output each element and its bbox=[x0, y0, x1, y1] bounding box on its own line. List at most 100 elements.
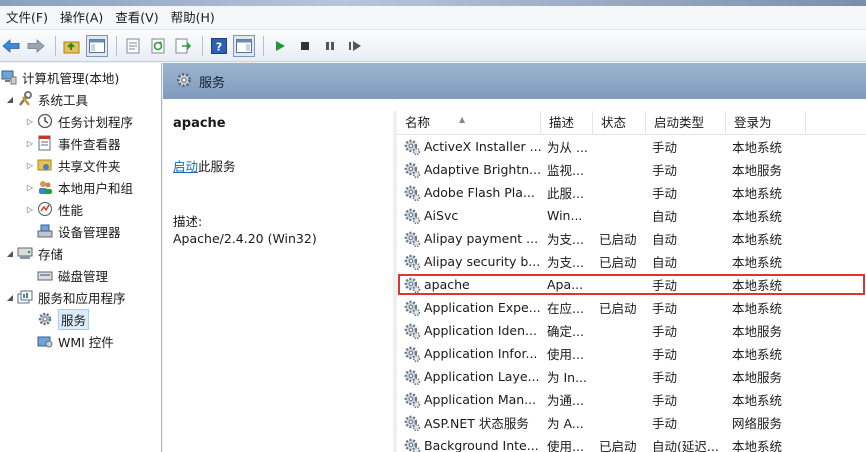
pane-title: 服务 bbox=[199, 75, 226, 91]
service-name-cell: Application Expe... bbox=[397, 299, 541, 317]
tree-node-system-tools[interactable]: ◢ 系统工具 bbox=[4, 89, 88, 109]
tree-node-shared-folders[interactable]: ▷ 共享文件夹 bbox=[24, 155, 121, 175]
back-arrow-icon[interactable] bbox=[0, 35, 22, 57]
export-list-icon[interactable] bbox=[172, 35, 194, 57]
computer-management-icon bbox=[0, 68, 18, 86]
help-icon[interactable]: ? bbox=[208, 35, 230, 57]
tree-node-disk-management[interactable]: 磁盘管理 bbox=[36, 265, 108, 285]
show-hide-action-pane-icon[interactable] bbox=[233, 34, 255, 57]
column-header-status[interactable]: 状态 bbox=[593, 111, 646, 135]
column-header-logon-as[interactable]: 登录为 bbox=[726, 111, 806, 135]
start-service-line: 启动此服务 bbox=[173, 156, 236, 175]
collapse-arrow-icon[interactable]: ◢ bbox=[4, 293, 16, 302]
menu-help[interactable]: 帮助(H) bbox=[165, 7, 221, 29]
service-gear-icon bbox=[403, 161, 424, 179]
expand-arrow-icon[interactable]: ▷ bbox=[24, 161, 36, 170]
service-gear-icon bbox=[403, 138, 424, 156]
tree-node-computer-management[interactable]: 计算机管理(本地) bbox=[0, 67, 119, 87]
table-row[interactable]: Adobe Flash Pla... 此服... 手动 本地系统 bbox=[397, 181, 866, 204]
service-description-cell: 确定... bbox=[547, 324, 584, 339]
start-service-link[interactable]: 启动 bbox=[173, 159, 198, 174]
console-tree: 计算机管理(本地) ◢ 系统工具 ▷ 任务计划程序 ▷ 事件查看器 ▷ 共享文件… bbox=[0, 63, 162, 452]
service-name-cell: Adobe Flash Pla... bbox=[397, 184, 541, 202]
column-header-description[interactable]: 描述 bbox=[541, 111, 593, 135]
tree-node-services-applications[interactable]: ◢ 服务和应用程序 bbox=[4, 287, 126, 307]
expand-arrow-icon[interactable]: ▷ bbox=[24, 139, 36, 148]
service-status-cell: 已启动 bbox=[599, 255, 637, 270]
table-row[interactable]: AiSvc Win... 自动 本地系统 bbox=[397, 204, 866, 227]
up-folder-icon[interactable] bbox=[61, 35, 83, 57]
tree-node-task-scheduler[interactable]: ▷ 任务计划程序 bbox=[24, 111, 133, 131]
svg-text:?: ? bbox=[216, 40, 222, 53]
service-gear-icon bbox=[403, 253, 424, 271]
table-row[interactable]: Background Inte... 使用... 已启动 自动(延迟... 本地系统 bbox=[397, 434, 866, 452]
tree-node-wmi-control[interactable]: WMI 控件 bbox=[36, 331, 114, 351]
tree-label: 磁盘管理 bbox=[58, 268, 109, 284]
tree-node-storage[interactable]: ◢ 存储 bbox=[4, 243, 63, 263]
play-icon[interactable] bbox=[269, 35, 291, 57]
service-gear-icon bbox=[403, 184, 424, 202]
service-name-text: AiSvc bbox=[424, 208, 459, 223]
service-startup-type-cell: 手动 bbox=[652, 393, 678, 408]
service-gear-icon bbox=[403, 230, 424, 248]
properties-icon[interactable] bbox=[122, 35, 144, 57]
service-startup-type-cell: 手动 bbox=[652, 370, 678, 385]
table-row[interactable]: Application Man... 为通... 手动 本地系统 bbox=[397, 388, 866, 411]
console-tree-icon[interactable] bbox=[86, 34, 108, 57]
tree-node-performance[interactable]: ▷ 性能 bbox=[24, 199, 83, 219]
tree-node-services[interactable]: 服务 bbox=[36, 308, 90, 330]
forward-arrow-icon[interactable] bbox=[25, 35, 47, 57]
service-name-cell: ASP.NET 状态服务 bbox=[397, 413, 541, 432]
collapse-arrow-icon[interactable]: ◢ bbox=[4, 249, 16, 258]
expand-arrow-icon[interactable]: ▷ bbox=[24, 183, 36, 192]
service-logon-cell: 本地系统 bbox=[732, 255, 783, 270]
toolbar-separator bbox=[263, 35, 264, 56]
service-name-text: ASP.NET 状态服务 bbox=[424, 416, 529, 431]
start-service-suffix: 此服务 bbox=[198, 159, 236, 174]
tree-node-local-users[interactable]: ▷ 本地用户和组 bbox=[24, 177, 133, 197]
pause-icon[interactable] bbox=[319, 35, 341, 57]
service-description-cell: Win... bbox=[547, 208, 583, 223]
tree-label: WMI 控件 bbox=[58, 334, 114, 350]
menu-action[interactable]: 操作(A) bbox=[54, 7, 109, 29]
tree-node-event-viewer[interactable]: ▷ 事件查看器 bbox=[24, 133, 121, 153]
table-row[interactable]: Alipay payment ... 为支... 已启动 自动 本地系统 bbox=[397, 227, 866, 250]
table-row[interactable]: Adaptive Brightn... 监视... 手动 本地服务 bbox=[397, 158, 866, 181]
service-name-cell: Background Inte... bbox=[397, 437, 541, 452]
list-header: 名称 ▲ 描述 状态 启动类型 登录为 bbox=[397, 111, 866, 135]
service-description-cell: 为支... bbox=[547, 232, 584, 247]
service-gear-icon bbox=[403, 414, 424, 432]
table-row[interactable]: Application Infor... 使用... 手动 本地系统 bbox=[397, 342, 866, 365]
tree-label: 服务 bbox=[58, 308, 90, 330]
menu-file[interactable]: 文件(F) bbox=[0, 7, 54, 29]
service-startup-type-cell: 手动 bbox=[652, 324, 678, 339]
list-rows: ActiveX Installer ... 为从 ... 手动 本地系统 Adaptiv… bbox=[397, 135, 866, 452]
expand-arrow-icon[interactable]: ▷ bbox=[24, 205, 36, 214]
column-header-name[interactable]: 名称 ▲ bbox=[397, 111, 541, 135]
toolbar: ? bbox=[0, 30, 866, 62]
table-row[interactable]: ASP.NET 状态服务 为 A... 手动 网络服务 bbox=[397, 411, 866, 434]
refresh-icon[interactable] bbox=[147, 35, 169, 57]
restart-icon[interactable] bbox=[344, 35, 366, 57]
collapse-arrow-icon[interactable]: ◢ bbox=[4, 95, 16, 104]
menu-view[interactable]: 查看(V) bbox=[109, 7, 164, 29]
tree-label: 本地用户和组 bbox=[58, 180, 134, 196]
tree-label: 存储 bbox=[38, 246, 64, 262]
table-row[interactable]: Application Iden... 确定... 手动 本地服务 bbox=[397, 319, 866, 342]
table-row[interactable]: ActiveX Installer ... 为从 ... 手动 本地系统 bbox=[397, 135, 866, 158]
service-logon-cell: 本地系统 bbox=[732, 301, 783, 316]
service-name-text: Application Iden... bbox=[424, 323, 537, 338]
tree-label: 共享文件夹 bbox=[58, 158, 121, 174]
table-row[interactable]: Application Laye... 为 In... 手动 本地服务 bbox=[397, 365, 866, 388]
menu-bar: 文件(F) 操作(A) 查看(V) 帮助(H) bbox=[0, 6, 866, 30]
table-row[interactable]: Application Expe... 在应... 已启动 手动 本地系统 bbox=[397, 296, 866, 319]
table-row[interactable]: Alipay security b... 为支... 已启动 自动 本地系统 bbox=[397, 250, 866, 273]
service-logon-cell: 本地服务 bbox=[732, 163, 783, 178]
stop-icon[interactable] bbox=[294, 35, 316, 57]
column-header-startup-type[interactable]: 启动类型 bbox=[646, 111, 726, 135]
service-startup-type-cell: 自动 bbox=[652, 209, 678, 224]
expand-arrow-icon[interactable]: ▷ bbox=[24, 117, 36, 126]
tree-node-device-manager[interactable]: 设备管理器 bbox=[36, 221, 121, 241]
table-row[interactable]: apache Apa... 手动 本地系统 bbox=[397, 273, 866, 296]
tree-label: 计算机管理(本地) bbox=[22, 70, 120, 86]
